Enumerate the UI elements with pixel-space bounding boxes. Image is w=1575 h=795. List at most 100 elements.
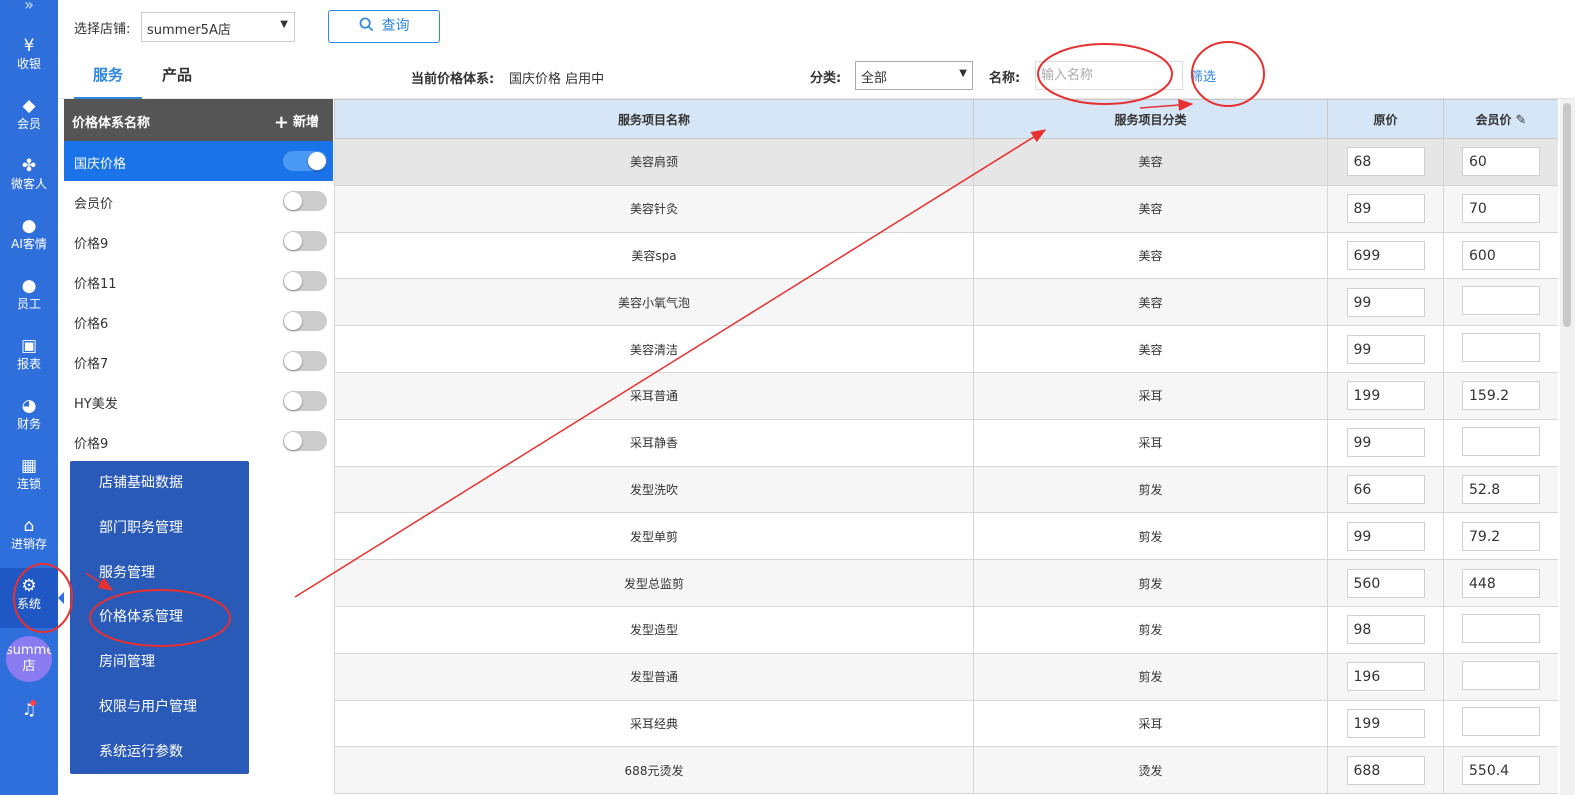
price-input[interactable]: 89: [1346, 194, 1425, 224]
nav-item-0[interactable]: ¥ 收银: [0, 28, 58, 88]
price-system-toggle[interactable]: [283, 271, 327, 291]
system-menu-item[interactable]: 店铺基础数据: [70, 468, 249, 513]
nav-item-8[interactable]: ⌂ 进销存: [0, 508, 58, 568]
price-system-item[interactable]: 价格9: [64, 421, 333, 461]
add-price-system-button[interactable]: + 新增: [274, 111, 319, 133]
price-input[interactable]: 99: [1346, 428, 1425, 458]
nav-item-6[interactable]: ◕ 财务: [0, 388, 58, 448]
name-search-input[interactable]: [1035, 61, 1183, 90]
table-row[interactable]: 美容spa 美容 699 600: [334, 231, 1558, 280]
member-price-input[interactable]: [1462, 707, 1540, 737]
cell-price: 99: [1327, 418, 1444, 467]
table-row[interactable]: 美容针灸 美容 89 70: [334, 184, 1558, 233]
price-system-toggle[interactable]: [283, 351, 327, 371]
system-menu-item[interactable]: 系统运行参数: [70, 737, 249, 782]
member-price-input[interactable]: 448: [1462, 568, 1540, 598]
system-menu-item[interactable]: 价格体系管理: [70, 602, 249, 647]
nav-item-7[interactable]: ▦ 连锁: [0, 448, 58, 508]
price-system-item[interactable]: 价格9: [64, 221, 333, 261]
price-input[interactable]: 99: [1346, 334, 1425, 364]
member-price-input[interactable]: 159.2: [1462, 381, 1540, 411]
nav-item-label: 报表: [16, 357, 41, 371]
table-row[interactable]: 美容肩颈 美容 68 60: [334, 138, 1558, 186]
table-row[interactable]: 采耳经典 采耳 199: [334, 699, 1558, 748]
member-price-input[interactable]: 550.4: [1462, 755, 1540, 785]
price-system-item[interactable]: HY美发: [64, 381, 333, 421]
table-row[interactable]: 发型洗吹 剪发 66 52.8: [334, 465, 1558, 514]
price-input[interactable]: 688: [1346, 755, 1425, 785]
member-price-input[interactable]: [1462, 613, 1540, 643]
system-menu-item[interactable]: 权限与用户管理: [70, 692, 249, 737]
cell-price: 99: [1327, 325, 1444, 373]
price-system-item[interactable]: 国庆价格: [64, 141, 333, 181]
filter-link[interactable]: 筛选: [1190, 66, 1216, 85]
query-button[interactable]: 查询: [328, 10, 440, 43]
price-input[interactable]: 99: [1346, 287, 1425, 317]
edit-icon[interactable]: ✎: [1516, 113, 1527, 128]
table-row[interactable]: 美容清洁 美容 99: [334, 325, 1558, 373]
table-row[interactable]: 发型总监剪 剪发 560 448: [334, 559, 1558, 607]
price-input[interactable]: 68: [1346, 147, 1425, 177]
table-scrollbar[interactable]: [1560, 99, 1575, 795]
member-price-input[interactable]: 70: [1462, 194, 1540, 224]
price-system-toggle[interactable]: [283, 391, 327, 411]
price-system-toggle[interactable]: [283, 231, 327, 251]
nav-item-4[interactable]: ● 员工: [0, 268, 58, 328]
price-input[interactable]: 99: [1346, 521, 1425, 551]
price-input[interactable]: 560: [1346, 568, 1425, 598]
tab-product[interactable]: 产品: [162, 64, 192, 99]
cell-member-price: [1443, 605, 1558, 654]
top-bar: 选择店铺: summer5A店 ▼ 查询: [58, 0, 1575, 52]
price-system-toggle[interactable]: [283, 151, 327, 171]
table-row[interactable]: 发型单剪 剪发 99 79.2: [334, 512, 1558, 561]
table-row[interactable]: 美容小氧气泡 美容 99: [334, 278, 1558, 327]
cell-member-price: [1443, 278, 1558, 327]
price-input[interactable]: 66: [1346, 474, 1425, 504]
table-row[interactable]: 688元烫发 烫发 688 550.4: [334, 746, 1558, 795]
price-input[interactable]: 699: [1346, 240, 1425, 270]
system-menu-item[interactable]: 房间管理: [70, 647, 249, 692]
store-select[interactable]: summer5A店 ▼: [141, 12, 295, 42]
cell-service-name: 采耳静香: [334, 418, 974, 467]
price-input[interactable]: 98: [1346, 615, 1425, 645]
member-price-input[interactable]: [1462, 286, 1540, 316]
member-price-input[interactable]: [1462, 333, 1540, 363]
category-select[interactable]: 全部 ▼: [855, 61, 973, 90]
member-price-input[interactable]: 60: [1462, 147, 1540, 177]
table-row[interactable]: 发型普通 剪发 196: [334, 652, 1558, 701]
member-price-input[interactable]: 79.2: [1462, 521, 1540, 551]
price-system-item[interactable]: 价格11: [64, 261, 333, 301]
price-system-toggle[interactable]: [283, 311, 327, 331]
scrollbar-thumb[interactable]: [1563, 103, 1571, 327]
price-system-toggle[interactable]: [283, 431, 327, 451]
price-system-item[interactable]: 会员价: [64, 181, 333, 221]
store-avatar[interactable]: summer5A店: [6, 636, 52, 682]
member-price-input[interactable]: 600: [1462, 240, 1540, 270]
user-plus-icon: ●: [21, 216, 37, 236]
price-system-item[interactable]: 价格7: [64, 341, 333, 381]
nav-item-label: 员工: [16, 297, 41, 311]
nav-item-9[interactable]: ⚙ 系统: [0, 568, 66, 628]
nav-item-2[interactable]: ✤ 微客人: [0, 148, 58, 208]
member-price-input[interactable]: [1462, 660, 1540, 690]
price-system-item[interactable]: 价格6: [64, 301, 333, 341]
nav-item-5[interactable]: ▣ 报表: [0, 328, 58, 388]
bell-icon[interactable]: ♫: [0, 700, 58, 719]
price-input[interactable]: 199: [1346, 708, 1425, 738]
table-row[interactable]: 采耳静香 采耳 99: [334, 418, 1558, 467]
price-input[interactable]: 196: [1346, 662, 1425, 692]
price-system-toggle[interactable]: [283, 191, 327, 211]
tab-service[interactable]: 服务: [74, 64, 142, 99]
system-menu-item[interactable]: 服务管理: [70, 558, 249, 603]
system-menu-item[interactable]: 部门职务管理: [70, 513, 249, 558]
table-row[interactable]: 采耳普通 采耳 199 159.2: [334, 371, 1558, 420]
gear-icon: ⚙: [21, 576, 37, 596]
cell-member-price: [1443, 652, 1558, 701]
table-row[interactable]: 发型造型 剪发 98: [334, 605, 1558, 654]
price-input[interactable]: 199: [1346, 381, 1425, 411]
collapse-icon[interactable]: »: [0, 0, 58, 28]
member-price-input[interactable]: [1462, 426, 1540, 456]
nav-item-1[interactable]: ◆ 会员: [0, 88, 58, 148]
nav-item-3[interactable]: ● AI客情: [0, 208, 58, 268]
member-price-input[interactable]: 52.8: [1462, 474, 1540, 504]
